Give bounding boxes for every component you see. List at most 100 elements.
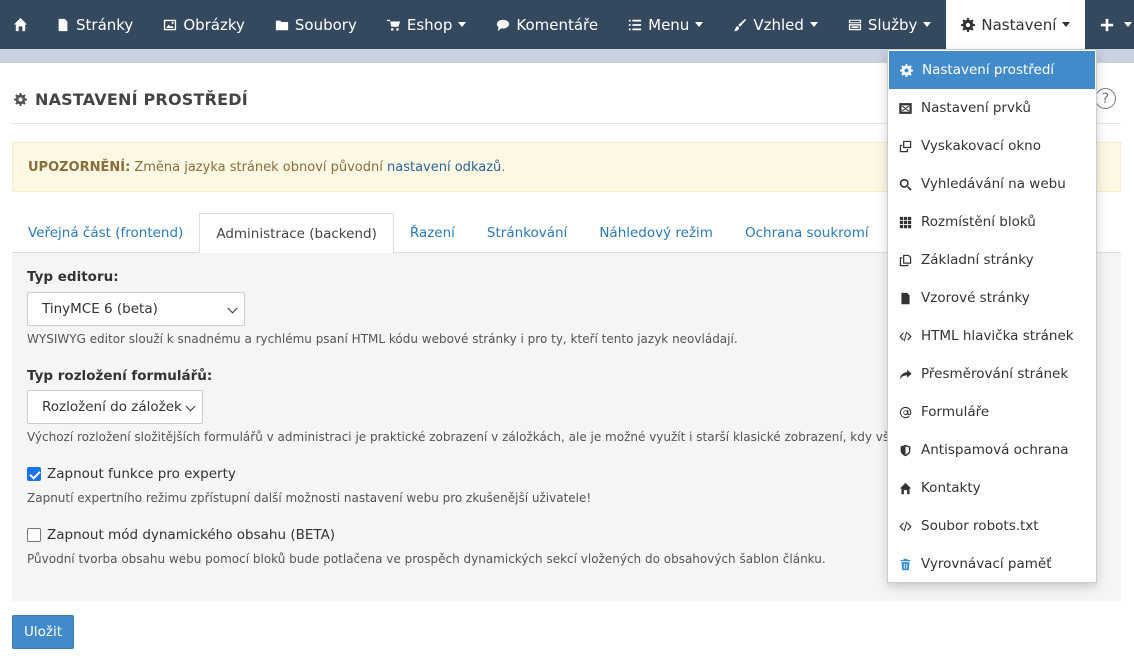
form-layout-value: Rozložení do záložek xyxy=(42,399,182,415)
caret-down-icon xyxy=(695,22,704,27)
trash-icon xyxy=(900,558,911,570)
menu-item-label: Nastavení prvků xyxy=(921,100,1031,116)
editor-type-label: Typ editoru: xyxy=(27,269,119,285)
caret-down-icon xyxy=(923,22,932,27)
nav-menu[interactable]: Menu xyxy=(613,0,718,49)
nav-label: Nastavení xyxy=(981,15,1057,34)
nav-label: Menu xyxy=(648,15,690,34)
settings-dropdown-menu: Nastavení prostředí Nastavení prvků Vysk… xyxy=(887,49,1097,583)
folder-icon xyxy=(275,20,289,30)
menu-item-vyskakovaci-okno[interactable]: Vyskakovací okno xyxy=(888,127,1096,165)
menu-item-label: Vzorové stránky xyxy=(921,290,1030,306)
menu-item-vyhledavani[interactable]: Vyhledávání na webu xyxy=(888,165,1096,203)
shield-icon xyxy=(900,444,911,456)
code-icon xyxy=(899,521,912,531)
tab-strankovani[interactable]: Stránkování xyxy=(471,213,583,253)
menu-item-nastaveni-prvku[interactable]: Nastavení prvků xyxy=(888,89,1096,127)
nav-add[interactable] xyxy=(1085,0,1134,49)
tab-frontend[interactable]: Veřejná část (frontend) xyxy=(12,213,199,253)
caret-down-icon xyxy=(1124,22,1133,27)
caret-down-icon xyxy=(458,22,467,27)
form-layout-label: Typ rozložení formulářů: xyxy=(27,368,213,384)
menu-item-label: Antispamová ochrana xyxy=(921,442,1069,458)
alert-strong: UPOZORNĚNÍ: xyxy=(28,159,131,175)
expert-mode-label: Zapnout funkce pro experty xyxy=(47,466,236,482)
popup-icon xyxy=(899,140,912,152)
image-icon xyxy=(164,19,177,30)
editor-help-text: WYSIWYG editor slouží k snadnému a rychl… xyxy=(27,332,738,346)
alert-link[interactable]: nastavení odkazů xyxy=(387,160,501,175)
list-icon xyxy=(629,19,642,30)
menu-item-robots[interactable]: Soubor robots.txt xyxy=(888,507,1096,545)
caret-down-icon xyxy=(1062,22,1071,27)
at-icon xyxy=(899,406,912,418)
nav-label: Komentáře xyxy=(516,15,599,34)
menu-item-nastaveni-prostredi[interactable]: Nastavení prostředí xyxy=(889,51,1095,89)
nav-label: Služby xyxy=(867,15,918,34)
nav-label: Obrázky xyxy=(183,15,245,34)
editor-type-value: TinyMCE 6 (beta) xyxy=(42,301,158,317)
elements-icon xyxy=(899,102,912,114)
menu-item-label: Formuláře xyxy=(921,404,990,420)
menu-item-presmerovani[interactable]: Přesměrování stránek xyxy=(888,355,1096,393)
menu-item-label: Základní stránky xyxy=(921,252,1034,268)
cart-icon xyxy=(386,19,400,31)
top-navbar: Stránky Obrázky Soubory Eshop Komentáře … xyxy=(0,0,1134,49)
expert-mode-row[interactable]: Zapnout funkce pro experty xyxy=(27,466,236,482)
menu-item-html-hlavicka[interactable]: HTML hlavička stránek xyxy=(888,317,1096,355)
brush-icon xyxy=(734,18,747,31)
nav-nastaveni[interactable]: Nastavení xyxy=(946,0,1086,49)
nav-label: Stránky xyxy=(76,15,134,34)
menu-item-vyrovnavaci-pamet[interactable]: Vyrovnávací paměť xyxy=(888,545,1096,583)
page-header: NASTAVENÍ PROSTŘEDÍ xyxy=(14,90,248,109)
nav-vzhled[interactable]: Vzhled xyxy=(718,0,833,49)
help-icon[interactable]: ? xyxy=(1095,88,1116,109)
nav-label: Eshop xyxy=(406,15,453,34)
nav-komentare[interactable]: Komentáře xyxy=(481,0,613,49)
nav-eshop[interactable]: Eshop xyxy=(372,0,482,49)
nav-stranky[interactable]: Stránky xyxy=(41,0,148,49)
expert-help-text: Zapnutí expertního režimu zpřístupní dal… xyxy=(27,491,592,505)
dynamic-mode-checkbox[interactable] xyxy=(27,528,41,542)
menu-item-kontakty[interactable]: Kontakty xyxy=(888,469,1096,507)
menu-item-label: Vyskakovací okno xyxy=(921,138,1041,154)
menu-item-label: Kontakty xyxy=(921,480,981,496)
chevron-down-icon xyxy=(185,401,196,412)
menu-item-label: Nastavení prostředí xyxy=(922,62,1055,78)
dynamic-mode-row[interactable]: Zapnout mód dynamického obsahu (BETA) xyxy=(27,527,335,543)
form-layout-select[interactable]: Rozložení do záložek xyxy=(27,390,203,424)
menu-item-label: HTML hlavička stránek xyxy=(921,328,1074,344)
nav-obrazky[interactable]: Obrázky xyxy=(148,0,260,49)
tab-backend[interactable]: Administrace (backend) xyxy=(199,213,394,254)
page-title: NASTAVENÍ PROSTŘEDÍ xyxy=(35,90,248,109)
expert-mode-checkbox[interactable] xyxy=(27,467,41,481)
grid-icon xyxy=(899,216,912,228)
menu-item-rozmisteni-bloku[interactable]: Rozmístění bloků xyxy=(888,203,1096,241)
home-icon xyxy=(13,17,28,32)
file-icon xyxy=(901,292,910,304)
save-button[interactable]: Uložit xyxy=(12,615,74,649)
nav-home[interactable] xyxy=(0,0,41,49)
menu-item-zakladni-stranky[interactable]: Základní stránky xyxy=(888,241,1096,279)
comments-icon xyxy=(497,19,510,31)
page-icon xyxy=(58,18,68,31)
menu-item-label: Rozmístění bloků xyxy=(921,214,1036,230)
services-icon xyxy=(848,19,861,30)
tab-razeni[interactable]: Řazení xyxy=(394,213,471,253)
menu-item-formulare[interactable]: Formuláře xyxy=(888,393,1096,431)
layout-help-text: Výchozí rozložení složitějších formulářů… xyxy=(27,430,997,444)
nav-soubory[interactable]: Soubory xyxy=(260,0,372,49)
plus-icon xyxy=(1101,18,1114,31)
search-icon xyxy=(899,178,912,191)
tab-nahledovy-rezim[interactable]: Náhledový režim xyxy=(583,213,729,253)
dynamic-mode-label: Zapnout mód dynamického obsahu (BETA) xyxy=(47,527,336,543)
nav-sluzby[interactable]: Služby xyxy=(833,0,946,49)
menu-item-antispam[interactable]: Antispamová ochrana xyxy=(888,431,1096,469)
alert-tail: . xyxy=(501,159,506,175)
menu-item-vzorove-stranky[interactable]: Vzorové stránky xyxy=(888,279,1096,317)
editor-type-select[interactable]: TinyMCE 6 (beta) xyxy=(27,292,245,326)
menu-item-label: Vyrovnávací paměť xyxy=(921,556,1052,572)
redirect-icon xyxy=(899,369,912,379)
tab-ochrana-soukromi[interactable]: Ochrana soukromí xyxy=(729,213,885,253)
code-icon xyxy=(899,331,912,341)
